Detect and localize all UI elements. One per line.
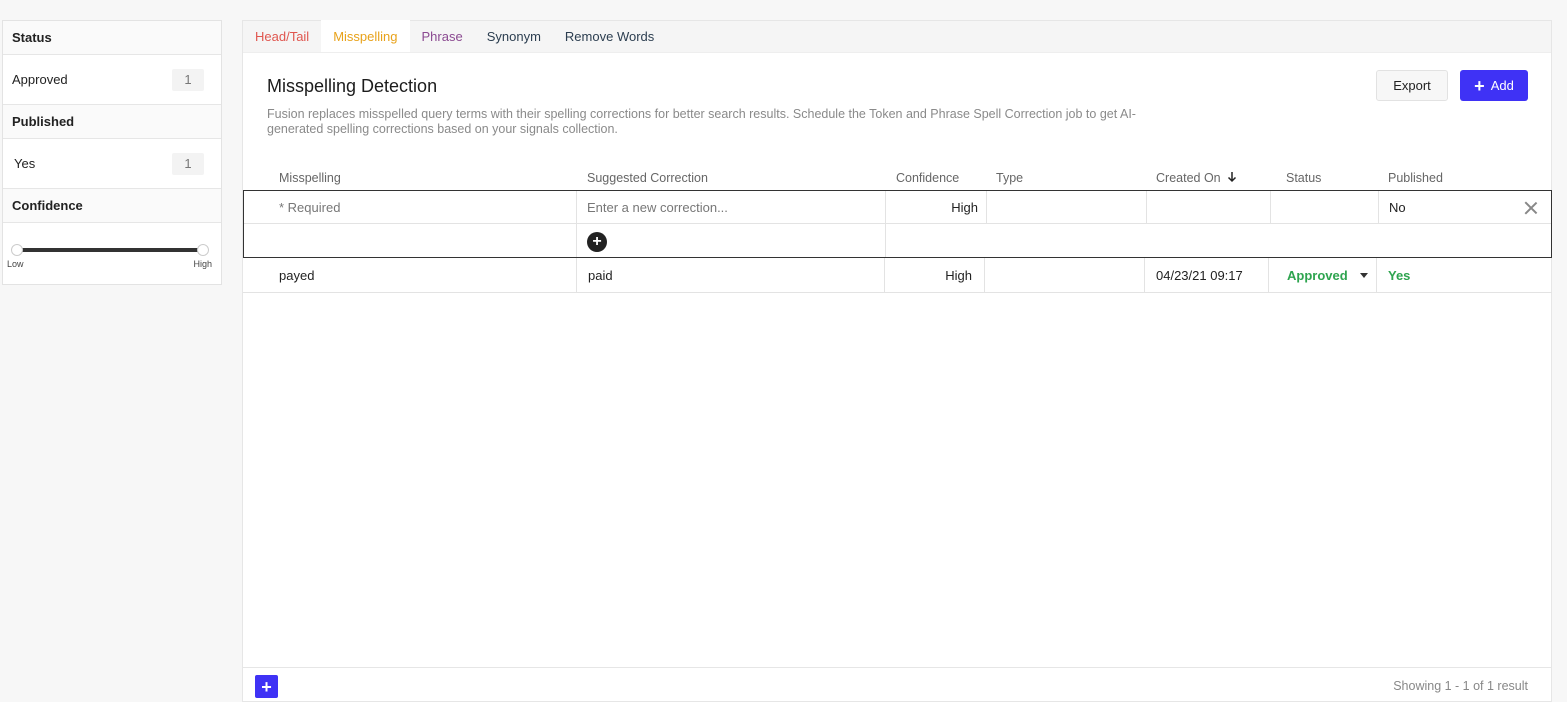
facet-item-approved[interactable]: Approved 1 [3,55,221,105]
slider-low-label: Low [7,259,24,269]
facet-item-yes[interactable]: Yes 1 [3,139,221,189]
misspelling-input[interactable]: * Required [279,191,340,223]
tab-bar: Head/Tail Misspelling Phrase Synonym Rem… [243,20,1551,53]
column-header-created-on[interactable]: Created On [1156,171,1237,185]
slider-handle-high[interactable] [197,244,209,256]
facet-count: 1 [172,68,204,91]
tab-head-tail[interactable]: Head/Tail [243,20,321,52]
column-header-created-on-label: Created On [1156,171,1221,185]
tab-misspelling[interactable]: Misspelling [321,20,410,52]
column-header-type[interactable]: Type [996,171,1023,185]
caret-down-icon [1359,272,1368,278]
confidence-facet-title: Confidence [3,189,221,223]
export-button[interactable]: Export [1376,70,1448,101]
table-footer: + Showing 1 - 1 of 1 result [243,667,1551,702]
published-select[interactable]: No [1389,191,1406,223]
misspelling-cell[interactable]: payed [279,258,314,292]
main-panel: Head/Tail Misspelling Phrase Synonym Rem… [242,20,1552,702]
published-cell: Yes [1388,267,1411,283]
table-header: Misspelling Suggested Correction Confide… [243,167,1551,191]
slider-high-label: High [193,259,212,269]
slider-handle-low[interactable] [11,244,23,256]
tab-synonym[interactable]: Synonym [475,20,553,52]
column-header-suggested-correction[interactable]: Suggested Correction [587,171,708,185]
correction-input[interactable]: Enter a new correction... [587,191,728,223]
close-icon[interactable] [1523,200,1539,216]
new-entry-row: * Required Enter a new correction... Hig… [243,190,1552,258]
status-value: Approved [1287,267,1348,283]
add-button[interactable]: + Add [1460,70,1528,101]
plus-circle-icon[interactable]: + [587,232,607,252]
add-button-label: Add [1490,78,1514,93]
column-header-published[interactable]: Published [1388,171,1443,185]
confidence-cell: High [945,267,972,283]
column-header-misspelling[interactable]: Misspelling [279,171,341,185]
column-header-confidence[interactable]: Confidence [896,171,959,185]
facet-item-label: Approved [12,72,68,87]
filter-sidebar: Status Approved 1 Published Yes 1 Confid… [2,20,222,285]
page-title: Misspelling Detection [267,76,438,96]
column-header-status[interactable]: Status [1286,171,1321,185]
confidence-value[interactable]: High [886,191,978,223]
arrow-down-icon [1228,172,1237,183]
table-row[interactable]: payed paid High 04/23/21 09:17 Approved … [243,258,1552,293]
pagination-summary: Showing 1 - 1 of 1 result [1393,679,1528,693]
plus-icon: + [1474,75,1485,96]
published-facet-title: Published [3,105,221,139]
status-dropdown[interactable]: Approved [1287,258,1368,292]
tab-phrase[interactable]: Phrase [410,20,475,52]
page-description: Fusion replaces misspelled query terms w… [267,107,1136,136]
export-button-label: Export [1393,78,1431,93]
plus-icon: + [261,676,272,697]
tab-remove-words[interactable]: Remove Words [553,20,666,52]
slider-track[interactable] [17,248,203,252]
created-on-cell: 04/23/21 09:17 [1156,267,1243,283]
add-row-button[interactable]: + [255,675,278,698]
confidence-slider[interactable]: Low High [3,223,221,283]
facet-item-label: Yes [14,156,36,171]
correction-cell[interactable]: paid [588,258,613,292]
facet-count: 1 [172,152,204,175]
status-facet-title: Status [3,21,221,55]
